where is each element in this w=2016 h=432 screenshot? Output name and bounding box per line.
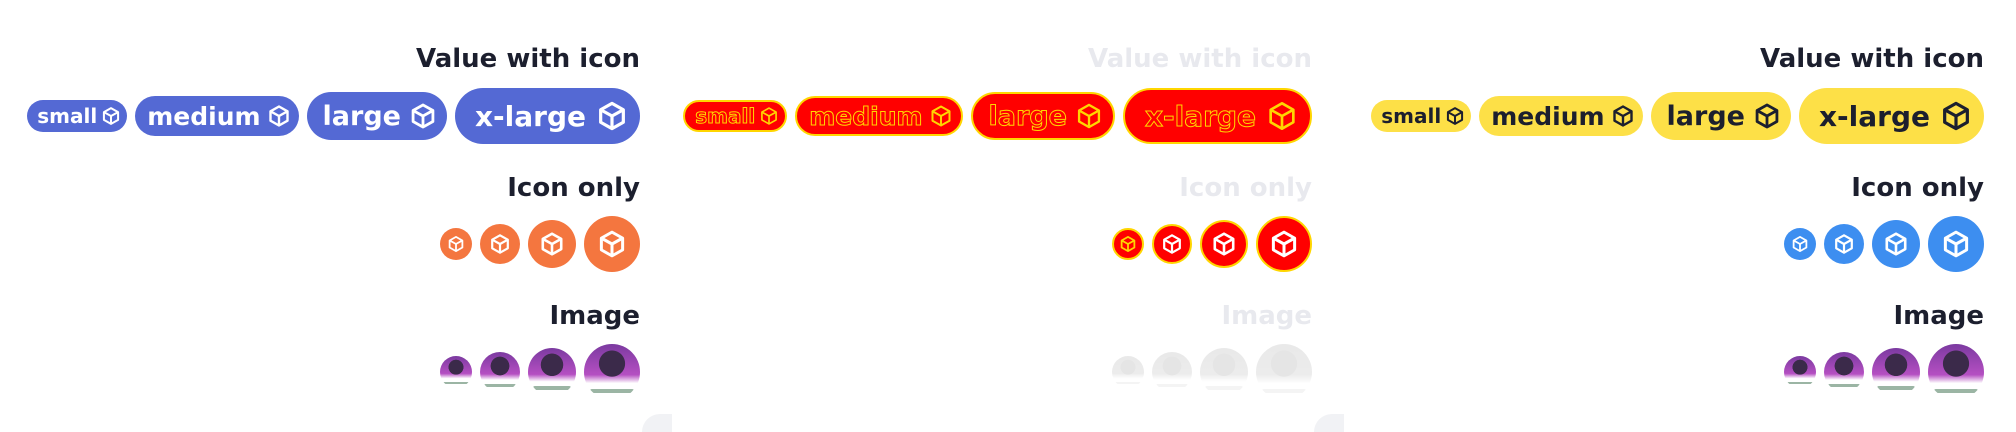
badge-large: large (1650, 92, 1791, 140)
icon-badge-medium (1824, 224, 1864, 264)
icon-only-title: Icon only (1851, 173, 1984, 203)
badge-small: small (683, 100, 788, 132)
avatar-image-large (528, 348, 576, 396)
avatar-image-x-large (584, 344, 640, 400)
cube-icon (1163, 234, 1181, 254)
icon-only-row (1112, 216, 1312, 272)
badge-label: small (695, 104, 756, 129)
badge-small: small (1371, 100, 1472, 132)
avatar-image-medium (1824, 352, 1864, 392)
icon-only-row (1784, 216, 1984, 272)
cube-icon (1271, 230, 1297, 258)
avatar-image-small (1112, 356, 1144, 388)
badge-label: small (37, 104, 98, 128)
cube-icon (1075, 102, 1103, 130)
value-with-icon-row: small medium large x-large (1371, 88, 1984, 144)
icon-only-row (440, 216, 640, 272)
badge-demo-panel-2: Value with icon small medium large x-lar… (672, 0, 1344, 432)
icon-badge-large (528, 220, 576, 268)
badge-label: x-large (1818, 99, 1930, 133)
cube-icon (1266, 100, 1298, 132)
image-row (1784, 344, 1984, 400)
cube-icon (1943, 230, 1969, 258)
badge-label: large (988, 100, 1067, 132)
icon-only-title: Icon only (1179, 173, 1312, 203)
badge-label: x-large (474, 99, 586, 133)
badge-demo-panel-3: Value with icon small medium large x-lar… (1344, 0, 2016, 432)
cube-icon (759, 106, 779, 126)
avatar-image-medium (480, 352, 520, 392)
value-with-icon-title: Value with icon (1760, 44, 1984, 74)
avatar-image-large (1872, 348, 1920, 396)
badge-label: medium (147, 101, 261, 131)
icon-badge-x-large (584, 216, 640, 272)
avatar-image-large (1200, 348, 1248, 396)
value-with-icon-title: Value with icon (1088, 44, 1312, 74)
icon-badge-medium (480, 224, 520, 264)
icon-badge-x-large (1256, 216, 1312, 272)
badge-x-large: x-large (1122, 88, 1312, 144)
badge-label: x-large (1144, 99, 1256, 133)
badge-label: medium (1491, 101, 1605, 131)
image-title: Image (1221, 301, 1312, 331)
cube-icon (1753, 102, 1781, 130)
cube-icon (267, 104, 291, 128)
badge-label: large (1666, 100, 1745, 132)
cube-icon (1885, 232, 1907, 256)
badge-medium: medium (795, 96, 963, 136)
image-title: Image (1893, 301, 1984, 331)
icon-badge-small (440, 228, 472, 260)
value-with-icon-row: small medium large x-large (27, 88, 640, 144)
cube-icon (1835, 234, 1853, 254)
badge-label: medium (809, 101, 923, 131)
value-with-icon-title: Value with icon (416, 44, 640, 74)
badge-x-large: x-large (1798, 88, 1984, 144)
cube-icon (1940, 100, 1972, 132)
avatar-image-small (440, 356, 472, 388)
cube-icon (541, 232, 563, 256)
cube-icon (1445, 106, 1465, 126)
icon-badge-large (1872, 220, 1920, 268)
badge-medium: medium (1479, 96, 1643, 136)
cube-icon (1611, 104, 1635, 128)
value-with-icon-row: small medium large x-large (683, 88, 1312, 144)
icon-badge-x-large (1928, 216, 1984, 272)
cube-icon (409, 102, 437, 130)
avatar-image-small (1784, 356, 1816, 388)
image-title: Image (549, 301, 640, 331)
badge-large: large (306, 92, 447, 140)
icon-badge-small (1784, 228, 1816, 260)
badge-small: small (27, 100, 128, 132)
cube-icon (929, 104, 953, 128)
cube-icon (1792, 235, 1808, 253)
cube-icon (599, 230, 625, 258)
badge-x-large: x-large (454, 88, 640, 144)
avatar-image-x-large (1256, 344, 1312, 400)
badge-label: small (1381, 104, 1442, 128)
cube-icon (101, 106, 121, 126)
cube-icon (596, 100, 628, 132)
image-row (1112, 344, 1312, 400)
badge-large: large (970, 92, 1115, 140)
badge-demo-panel-1: Value with icon small medium large x-lar… (0, 0, 672, 432)
badge-medium: medium (135, 96, 299, 136)
icon-badge-small (1112, 228, 1144, 260)
cube-icon (448, 235, 464, 253)
cube-icon (1213, 232, 1235, 256)
cube-icon (491, 234, 509, 254)
badge-label: large (322, 100, 401, 132)
cube-icon (1120, 235, 1136, 253)
avatar-image-x-large (1928, 344, 1984, 400)
icon-only-title: Icon only (507, 173, 640, 203)
icon-badge-large (1200, 220, 1248, 268)
avatar-image-medium (1152, 352, 1192, 392)
image-row (440, 344, 640, 400)
icon-badge-medium (1152, 224, 1192, 264)
